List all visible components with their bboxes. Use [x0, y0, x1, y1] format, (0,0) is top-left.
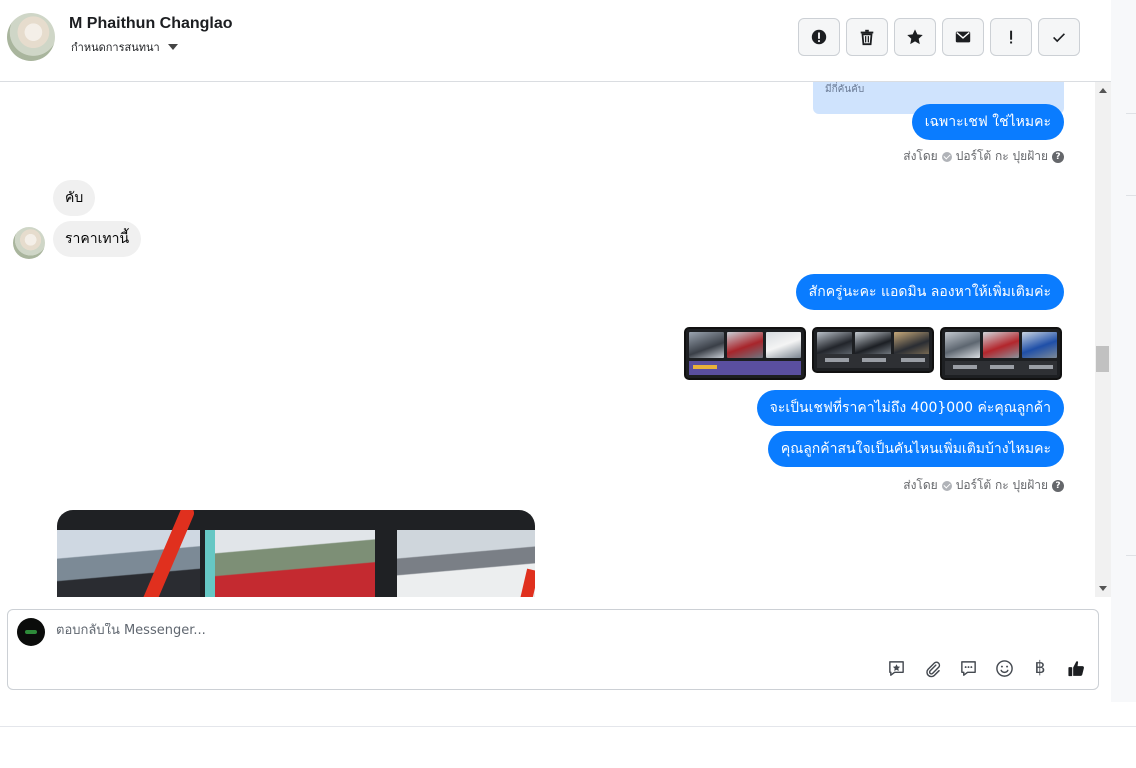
right-side-strip: [1111, 0, 1136, 702]
conversation-header: M Phaithun Changlao กำหนดการสนทนา: [0, 0, 1111, 82]
thumbs-up-icon: [1067, 660, 1084, 676]
message-thread[interactable]: มีกี่คันคับ เฉพาะเชฟ ใช่ไหมคะ ส่งโดย ปอร…: [0, 82, 1111, 597]
sent-by-agent: ปอร์โต้ กะ ปุยฝ้าย: [955, 478, 1048, 492]
outgoing-message[interactable]: สักครู่นะคะ แอดมิน ลองหาให้เพิ่มเติมค่ะ: [795, 274, 1064, 310]
incoming-message[interactable]: ราคาเทานี้: [53, 221, 142, 257]
sent-by-prefix: ส่งโดย: [903, 149, 938, 163]
thread-scrollbar[interactable]: [1095, 82, 1111, 597]
mark-done-button[interactable]: [1038, 18, 1080, 56]
help-icon[interactable]: ?: [1052, 479, 1064, 492]
mark-unread-button[interactable]: [942, 18, 984, 56]
assign-conversation-dropdown[interactable]: กำหนดการสนทนา: [71, 38, 178, 56]
screen: M Phaithun Changlao กำหนดการสนทนา มีกี่ค…: [0, 0, 1136, 768]
image-panel: [215, 530, 375, 597]
emoji-button[interactable]: [993, 657, 1015, 679]
chat-bubble-icon: [960, 660, 976, 676]
contact-avatar-small: [13, 227, 45, 259]
outgoing-message[interactable]: จะเป็นเชฟที่ราคาไม่ถึง 400}000 ค่ะคุณลูก…: [756, 390, 1064, 426]
outgoing-message[interactable]: คุณลูกค้าสนใจเป็นคันไหนเพิ่มเติมบ้างไหมค…: [767, 431, 1064, 467]
reply-input[interactable]: [56, 623, 556, 638]
verified-check-icon: [941, 480, 952, 491]
attach-file-button[interactable]: [921, 657, 943, 679]
scrollbar-thumb[interactable]: [1096, 346, 1109, 372]
follow-up-button[interactable]: [990, 18, 1032, 56]
envelope-icon: [955, 31, 971, 43]
spam-button[interactable]: [798, 18, 840, 56]
red-mark-icon: [520, 568, 535, 597]
quick-reply-button[interactable]: [957, 657, 979, 679]
alert-circle-icon: [811, 29, 827, 45]
bottom-area: [0, 702, 1136, 768]
incoming-message[interactable]: คับ: [53, 180, 96, 216]
red-mark-icon: [143, 510, 194, 597]
page-avatar: [17, 618, 45, 646]
sent-by-info: ส่งโดย ปอร์โต้ กะ ปุยฝ้าย ?: [903, 147, 1064, 166]
saved-reply-icon: [888, 660, 904, 676]
incoming-image-attachment[interactable]: [57, 510, 535, 597]
reply-composer: ฿: [7, 609, 1099, 690]
image-attachment[interactable]: [940, 327, 1062, 380]
scroll-down-arrow-icon[interactable]: [1099, 586, 1107, 591]
bottom-divider: [0, 726, 1136, 727]
quoted-text: มีกี่คันคับ: [825, 84, 865, 95]
help-icon[interactable]: ?: [1052, 150, 1064, 163]
payment-button[interactable]: ฿: [1029, 657, 1051, 679]
smiley-icon: [995, 659, 1013, 677]
trash-icon: [860, 29, 874, 46]
conversation-panel: M Phaithun Changlao กำหนดการสนทนา มีกี่ค…: [0, 0, 1111, 702]
image-attachment[interactable]: [812, 327, 934, 373]
star-icon: [907, 29, 923, 45]
like-button[interactable]: [1065, 657, 1087, 679]
check-icon: [1053, 33, 1065, 43]
contact-name[interactable]: M Phaithun Changlao: [69, 15, 233, 33]
sent-by-info: ส่งโดย ปอร์โต้ กะ ปุยฝ้าย ?: [903, 476, 1064, 495]
caret-down-icon: [167, 44, 178, 50]
image-attachment[interactable]: [684, 327, 806, 380]
assign-label: กำหนดการสนทนา: [71, 41, 160, 54]
sent-by-prefix: ส่งโดย: [903, 478, 938, 492]
verified-check-icon: [941, 151, 952, 162]
scroll-up-arrow-icon[interactable]: [1099, 88, 1107, 93]
sent-by-agent: ปอร์โต้ กะ ปุยฝ้าย: [955, 149, 1048, 163]
saved-reply-button[interactable]: [885, 657, 907, 679]
paperclip-icon: [925, 661, 940, 677]
outgoing-message[interactable]: เฉพาะเชฟ ใช่ไหมคะ: [911, 104, 1064, 140]
baht-icon: ฿: [1034, 658, 1046, 678]
exclamation-icon: [1010, 30, 1013, 44]
delete-button[interactable]: [846, 18, 888, 56]
star-button[interactable]: [894, 18, 936, 56]
contact-avatar[interactable]: [7, 13, 55, 61]
